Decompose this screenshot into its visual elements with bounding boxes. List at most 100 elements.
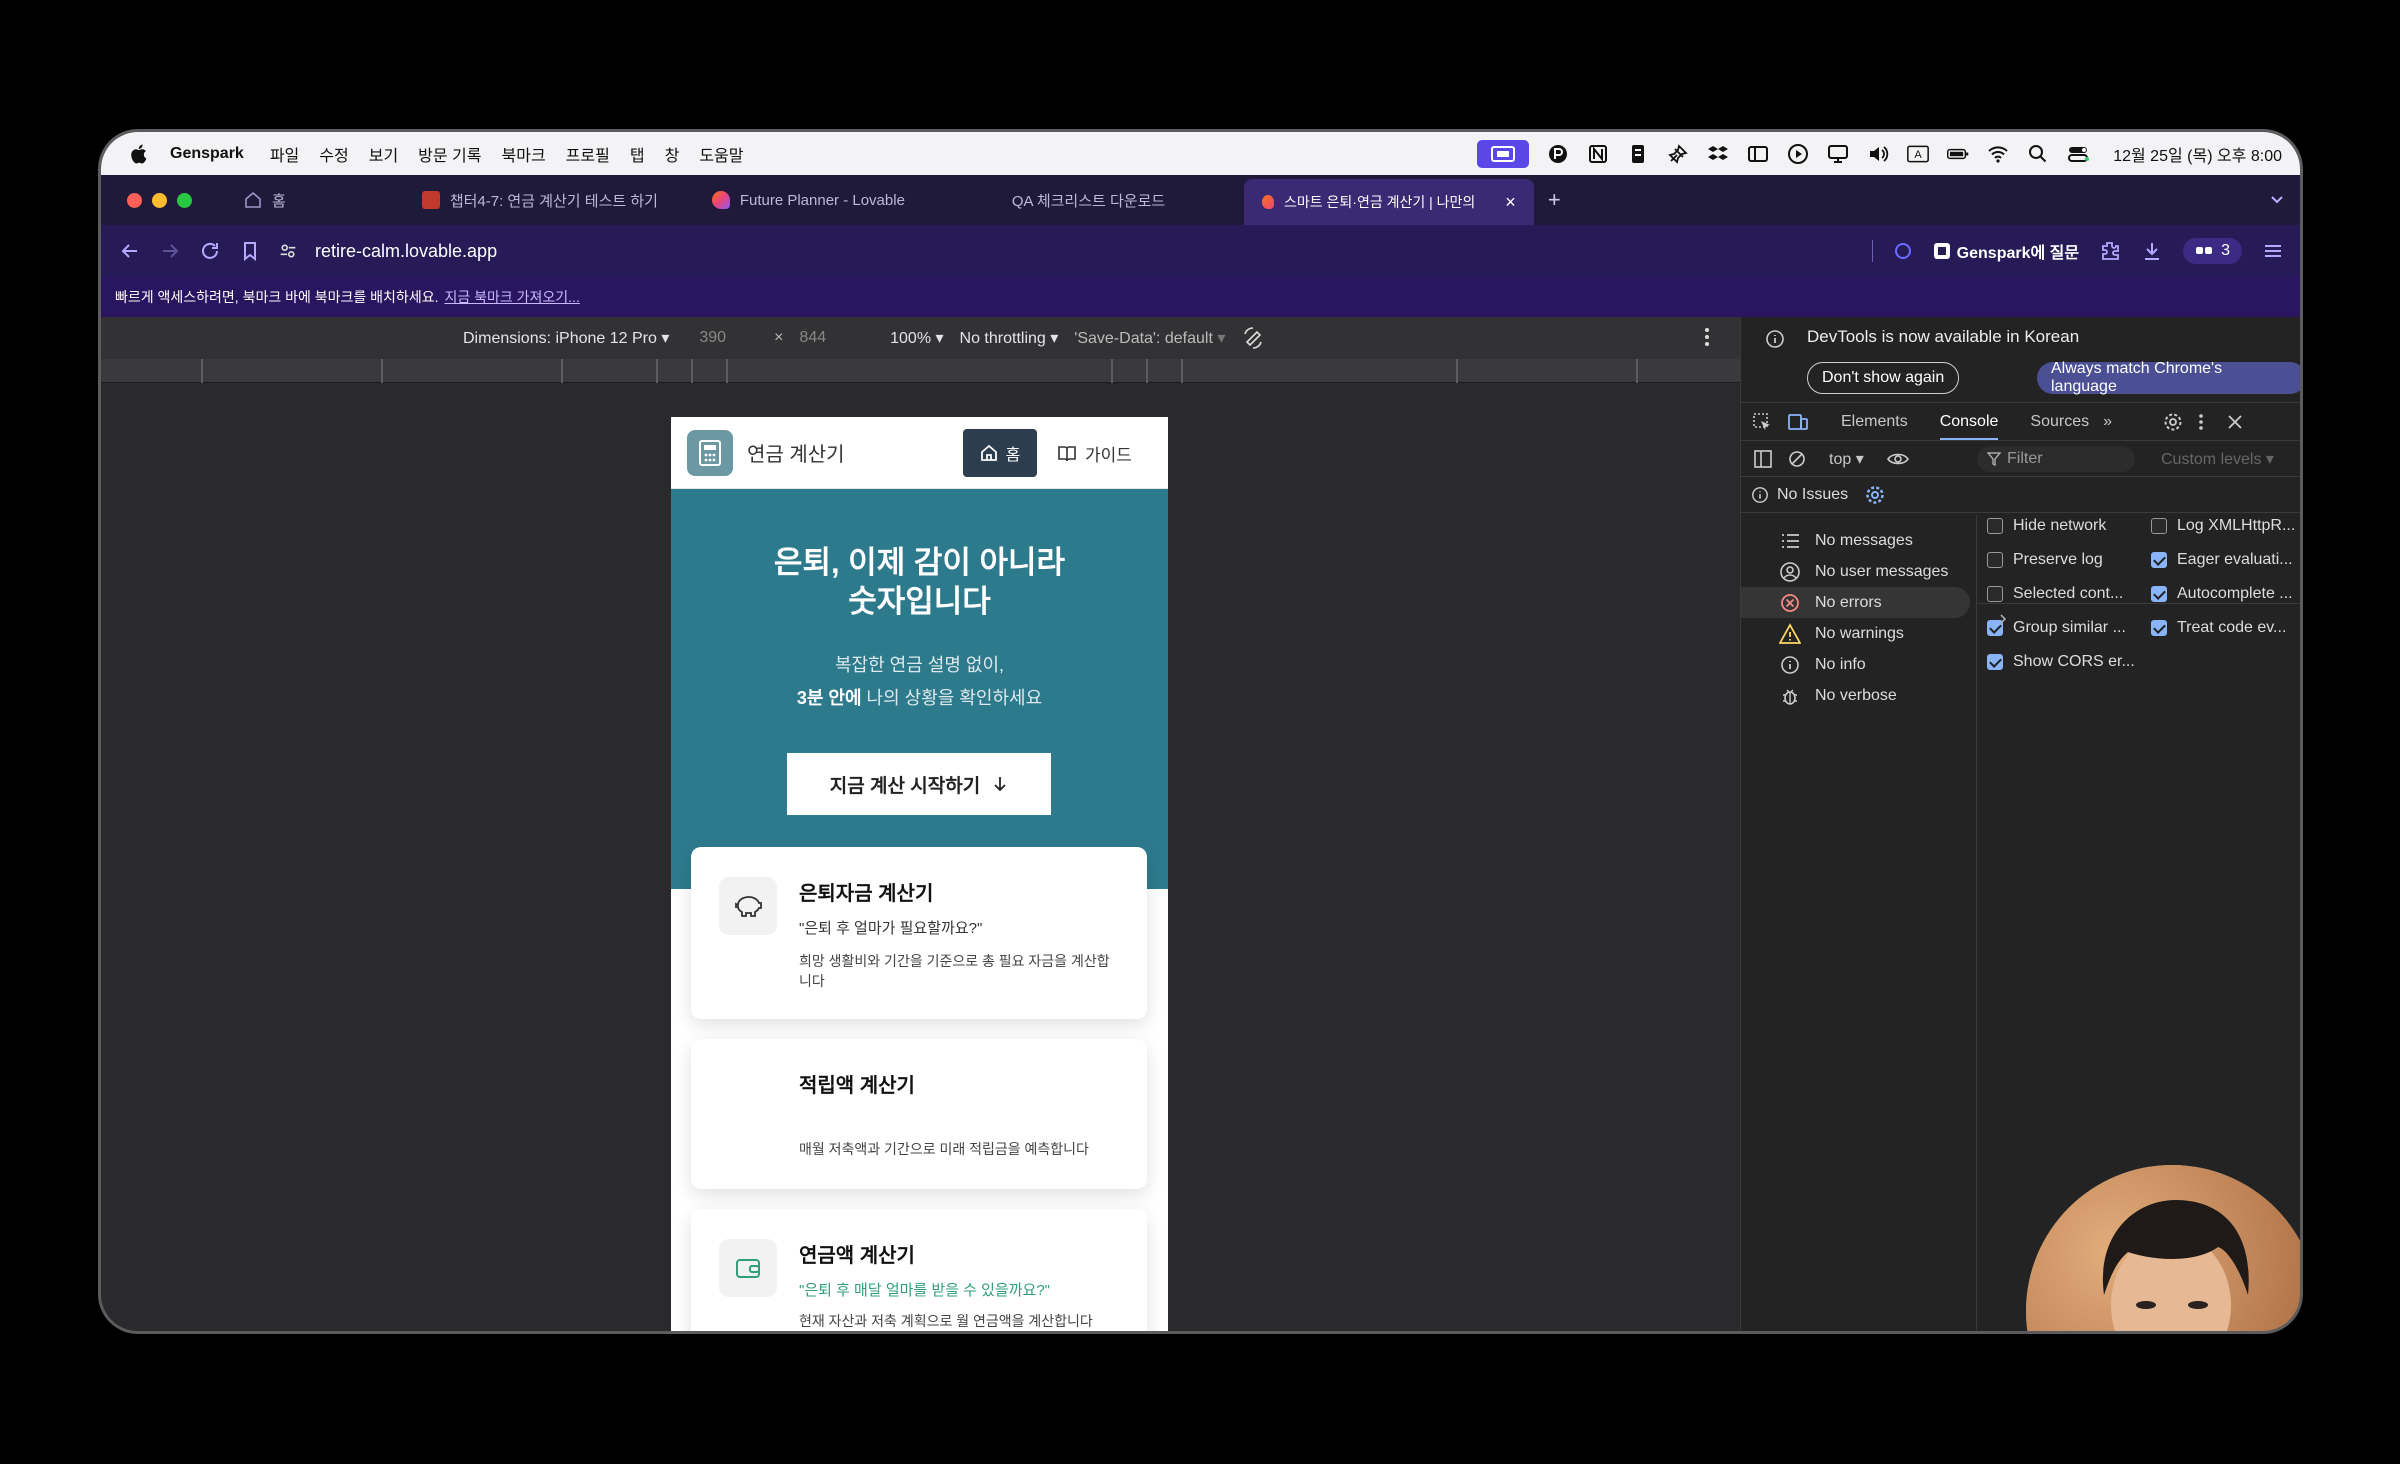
tab-elements[interactable]: Elements [1841,413,1908,431]
checkbox[interactable] [2151,518,2167,534]
url-input[interactable]: retire-calm.lovable.app [315,241,497,262]
calculator-logo-icon[interactable] [687,429,733,476]
nav-home-button[interactable]: 홈 [963,429,1037,477]
dropbox-icon[interactable] [1707,143,1729,165]
console-option[interactable]: Hide network [1987,517,2106,535]
nav-guide-button[interactable]: 가이드 [1057,429,1132,477]
bookmark-icon[interactable] [239,240,261,262]
new-tab-button[interactable]: + [1548,187,1561,213]
menu-window[interactable]: 창 [665,142,680,166]
shield-icon[interactable] [1893,241,1913,261]
tab-qa[interactable]: QA 체크리스트 다운로드 [994,179,1244,221]
checkbox[interactable] [1987,552,2003,568]
issues-label[interactable]: No Issues [1777,486,1848,504]
console-option[interactable]: Treat code ev... [2151,619,2286,637]
menubar-app-name[interactable]: Genspark [170,145,244,163]
menu-profile[interactable]: 프로필 [566,142,610,166]
checkbox[interactable] [2151,620,2167,636]
download-icon[interactable] [2141,240,2163,262]
tab-home[interactable]: 홈 [226,179,304,221]
console-option[interactable]: Autocomplete ... [2151,585,2293,603]
extensions-count-pill[interactable]: 3 [2183,238,2242,264]
apple-icon[interactable] [128,143,148,165]
tab-smart-retire[interactable]: 스마트 은퇴·연금 계산기 | 나만의 × [1243,179,1534,225]
checkbox[interactable] [2151,552,2167,568]
save-data-select[interactable]: 'Save-Data': default ▾ [1074,328,1225,348]
settings-gear-icon[interactable] [2162,411,2184,433]
document-icon[interactable] [1627,143,1649,165]
throttling-select[interactable]: No throttling ▾ [960,328,1059,348]
sidebar-item-warnings[interactable]: No warnings [1741,618,1976,649]
console-option[interactable]: Log XMLHttpR... [2151,517,2295,535]
more-options-icon[interactable] [1704,325,1710,349]
console-option[interactable]: Selected cont... [1987,585,2123,603]
menu-bookmarks[interactable]: 북마크 [502,142,546,166]
menubar-clock[interactable]: 12월 25일 (목) 오후 8:00 [2113,142,2282,166]
genspark-ask-button[interactable]: Genspark에 질문 [1933,239,2079,263]
pension-calculator-card[interactable]: 연금액 계산기 "은퇴 후 매달 얼마를 받을 수 있을까요?" 현재 자산과 … [691,1209,1147,1331]
window-list-icon[interactable] [1747,143,1769,165]
savings-calculator-card[interactable]: 적립액 계산기 매월 저축액과 기간으로 미래 적립금을 예측합니다 [691,1039,1147,1189]
forward-icon[interactable] [159,240,181,262]
minimize-window-button[interactable] [152,192,167,208]
device-dimensions-select[interactable]: Dimensions: iPhone 12 Pro ▾ [463,328,669,348]
sidebar-item-errors[interactable]: No errors [1741,587,1970,618]
zoom-select[interactable]: 100% ▾ [890,328,943,348]
sidebar-toggle-icon[interactable] [1753,449,1773,469]
checkbox[interactable] [2151,586,2167,602]
checkbox[interactable] [1987,654,2003,670]
device-toggle-icon[interactable] [1787,411,1809,433]
menu-tab[interactable]: 탭 [630,142,645,166]
console-option[interactable]: Show CORS er... [1987,653,2135,671]
more-options-icon[interactable] [2198,411,2204,433]
spotlight-search-icon[interactable] [2027,143,2049,165]
console-option[interactable]: Preserve log [1987,551,2103,569]
chevron-right-icon[interactable] [1997,613,2009,625]
tab-sources[interactable]: Sources [2030,413,2089,431]
menu-view[interactable]: 보기 [369,142,398,166]
sidebar-item-info[interactable]: No info [1741,649,1976,680]
tab-chapter[interactable]: 챕터4-7: 연금 계산기 테스트 하기 [404,179,694,221]
close-icon[interactable] [2224,411,2246,433]
p-circle-icon[interactable] [1547,143,1569,165]
menu-edit[interactable]: 수정 [319,142,348,166]
custom-levels-select[interactable]: Custom levels ▾ [2161,449,2274,469]
tab-console[interactable]: Console [1939,404,1999,440]
volume-icon[interactable] [1867,143,1889,165]
device-width-input[interactable]: 390 [699,329,726,347]
zoom-window-button[interactable] [177,192,192,208]
sidebar-item-verbose[interactable]: No verbose [1741,680,1976,711]
chevron-down-icon[interactable] [2268,190,2286,208]
console-filter-input[interactable]: Filter [1977,446,2135,472]
notion-icon[interactable] [1587,143,1609,165]
close-tab-icon[interactable]: × [1505,192,1516,213]
device-height-input[interactable]: 844 [799,329,826,347]
menu-help[interactable]: 도움말 [699,142,743,166]
inspect-element-icon[interactable] [1751,411,1773,433]
match-language-button[interactable]: Always match Chrome's language [2037,360,2300,395]
reload-icon[interactable] [199,240,221,262]
menu-history[interactable]: 방문 기록 [418,142,481,166]
display-icon[interactable] [1827,143,1849,165]
pin-tool-icon[interactable] [1667,143,1689,165]
media-query-ruler[interactable] [101,359,1740,383]
screen-record-icon[interactable] [1477,139,1530,168]
dont-show-again-button[interactable]: Don't show again [1807,362,1960,394]
eye-icon[interactable] [1886,449,1910,469]
checkbox[interactable] [1987,518,2003,534]
control-center-icon[interactable] [2067,143,2090,165]
more-tabs-icon[interactable]: » [2103,413,2112,431]
sidebar-item-user-messages[interactable]: No user messages [1741,556,1976,587]
input-source-icon[interactable]: A [1907,143,1930,165]
back-icon[interactable] [119,240,141,262]
import-bookmarks-link[interactable]: 지금 북마크 가져오기... [444,287,579,307]
rotate-icon[interactable] [1241,326,1265,350]
issues-settings-gear-icon[interactable] [1864,484,1886,506]
menu-icon[interactable] [2262,240,2284,262]
retirement-fund-card[interactable]: 은퇴자금 계산기 "은퇴 후 얼마가 필요할까요?" 희망 생활비와 기간을 기… [691,847,1147,1019]
battery-icon[interactable] [1947,143,1969,165]
clear-console-icon[interactable] [1787,449,1807,469]
console-option[interactable]: Eager evaluati... [2151,551,2293,569]
play-circle-icon[interactable] [1787,143,1809,165]
menu-file[interactable]: 파일 [270,142,299,166]
